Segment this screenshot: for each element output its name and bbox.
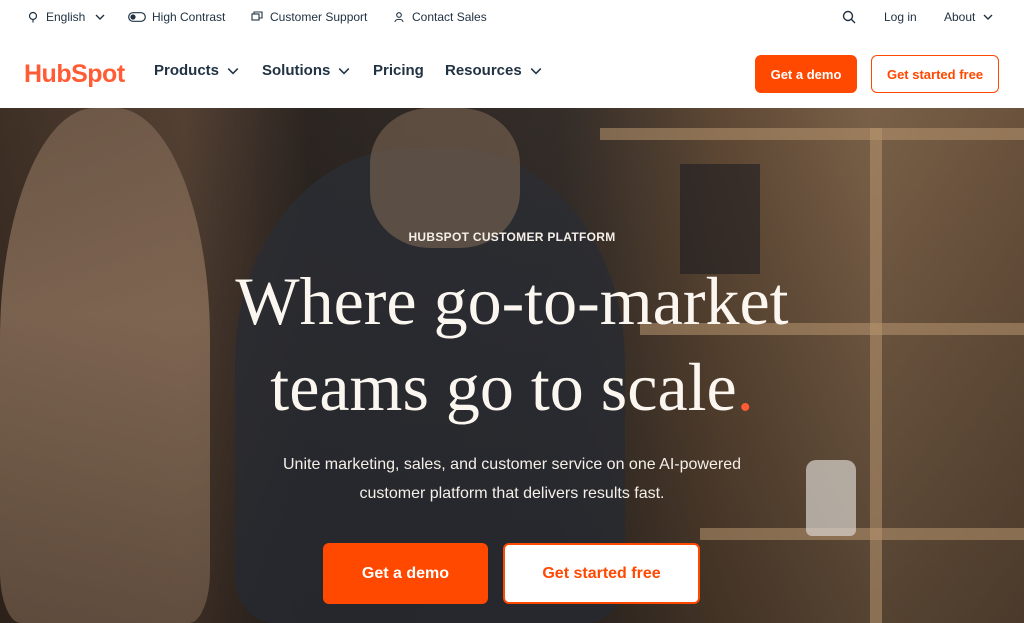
customer-support-link[interactable]: Customer Support [250,9,367,25]
hero-title-line2: teams go to scale [270,349,737,425]
chevron-down-icon [227,67,239,75]
shelf-background [700,528,1024,540]
search-button[interactable] [842,9,856,25]
nav-item-products[interactable]: Products [154,62,239,79]
utility-bar: English High Contrast Customer Support C… [0,0,1024,34]
nav-item-label: Resources [445,62,522,79]
about-menu[interactable]: About [944,9,993,25]
search-icon [842,10,856,24]
globe-icon [26,10,40,24]
contact-sales-link[interactable]: Contact Sales [392,9,487,25]
chevron-down-icon [983,14,993,20]
customer-support-label: Customer Support [270,10,368,24]
get-started-free-button[interactable]: Get started free [871,55,999,93]
hero-eyebrow: HUBSPOT CUSTOMER PLATFORM [408,230,616,244]
nav-item-pricing[interactable]: Pricing [373,62,424,79]
hubspot-logo[interactable]: HubSpot [24,60,125,88]
hero-title-line1: Where go-to-market [235,263,789,339]
hero-get-started-free-button[interactable]: Get started free [503,543,700,604]
chevron-down-icon [95,14,105,20]
login-link[interactable]: Log in [884,9,917,25]
nav-item-label: Products [154,62,220,79]
main-nav: HubSpot Products Solutions Pricing Resou… [0,34,1024,108]
chevron-down-icon [338,67,350,75]
hero-title-line2-wrap: teams go to scale. [0,344,1024,430]
toggle-icon [128,10,146,24]
language-selector[interactable]: English [26,9,105,25]
person-icon [392,10,406,24]
high-contrast-toggle[interactable]: High Contrast [128,9,225,25]
hero-subtitle-line2: customer platform that delivers results … [359,485,665,502]
hero-section: HUBSPOT CUSTOMER PLATFORM Where go-to-ma… [0,108,1024,623]
vase-decor [806,460,856,536]
hero-title: Where go-to-market teams go to scale. [0,258,1024,430]
shelf-background [600,128,1024,140]
high-contrast-label: High Contrast [152,10,226,24]
hero-subtitle-line1: Unite marketing, sales, and customer ser… [282,456,741,473]
about-label: About [944,10,976,24]
nav-item-label: Pricing [373,62,424,79]
person-figure [370,108,520,248]
nav-item-label: Solutions [262,62,331,79]
get-demo-button[interactable]: Get a demo [755,55,857,93]
chat-icon [250,10,264,24]
hero-title-dot: . [736,349,754,425]
contact-sales-label: Contact Sales [412,10,487,24]
logo-text: HubSpot [24,59,125,88]
nav-item-solutions[interactable]: Solutions [262,62,350,79]
login-label: Log in [884,10,917,24]
nav-item-resources[interactable]: Resources [445,62,542,79]
hero-subtitle: Unite marketing, sales, and customer ser… [212,450,812,508]
hero-get-demo-button[interactable]: Get a demo [323,543,488,604]
chevron-down-icon [530,67,542,75]
language-label: English [46,10,86,24]
